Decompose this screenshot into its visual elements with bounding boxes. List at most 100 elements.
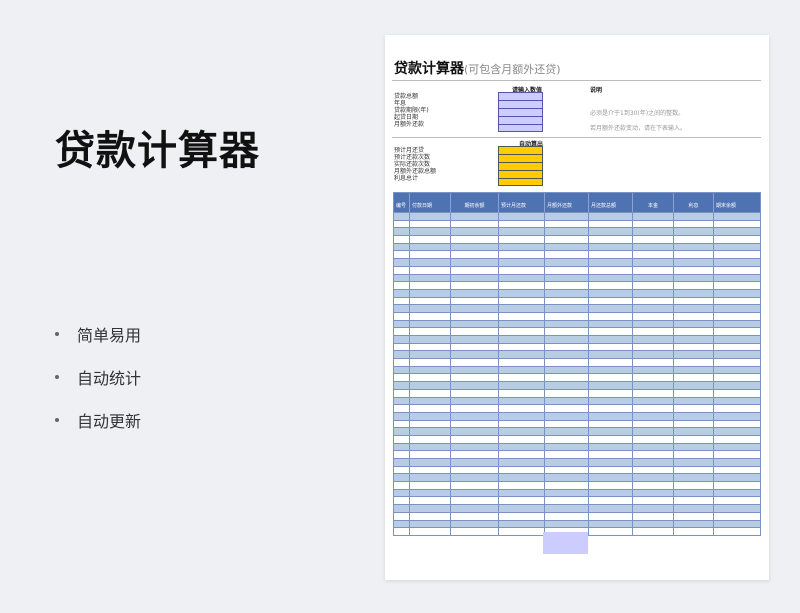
table-cell[interactable] (674, 343, 714, 351)
table-cell[interactable] (589, 397, 633, 405)
table-cell[interactable] (589, 351, 633, 359)
table-cell[interactable] (714, 444, 760, 451)
table-cell[interactable] (499, 505, 545, 512)
table-cell[interactable] (499, 435, 545, 443)
input-cells[interactable] (498, 92, 543, 132)
table-cell[interactable] (499, 336, 545, 343)
table-cell[interactable] (410, 297, 451, 305)
table-cell[interactable] (545, 305, 589, 312)
table-cell[interactable] (589, 459, 633, 466)
table-cell[interactable] (410, 474, 451, 482)
table-cell[interactable] (394, 451, 410, 458)
table-cell[interactable] (451, 351, 499, 359)
table-cell[interactable] (545, 259, 589, 266)
table-cell[interactable] (589, 466, 633, 474)
table-cell[interactable] (714, 236, 760, 243)
table-cell[interactable] (633, 443, 674, 451)
table-cell[interactable] (545, 482, 589, 489)
table-cell[interactable] (394, 359, 410, 366)
table-cell[interactable] (545, 359, 589, 366)
table-cell[interactable] (451, 374, 499, 382)
table-cell[interactable] (545, 405, 589, 412)
table-cell[interactable] (410, 466, 451, 474)
table-cell[interactable] (451, 243, 499, 251)
table-cell[interactable] (499, 359, 545, 366)
table-cell[interactable] (545, 374, 589, 382)
table-cell[interactable] (589, 305, 633, 312)
table-cell[interactable] (674, 512, 714, 520)
table-cell[interactable] (545, 320, 589, 328)
table-cell[interactable] (589, 443, 633, 451)
table-cell[interactable] (499, 451, 545, 458)
table-cell[interactable] (545, 466, 589, 474)
table-cell[interactable] (410, 351, 451, 359)
table-cell[interactable] (714, 328, 760, 335)
table-cell[interactable] (589, 505, 633, 512)
table-cell[interactable] (410, 412, 451, 420)
table-cell[interactable] (714, 490, 760, 497)
table-cell[interactable] (394, 213, 410, 220)
table-cell[interactable] (714, 528, 760, 535)
table-cell[interactable] (410, 459, 451, 466)
table-cell[interactable] (633, 228, 674, 236)
table-cell[interactable] (394, 382, 410, 389)
table-cell[interactable] (674, 351, 714, 359)
table-cell[interactable] (394, 351, 410, 359)
table-cell[interactable] (451, 512, 499, 520)
table-cell[interactable] (410, 289, 451, 297)
table-cell[interactable] (589, 320, 633, 328)
table-cell[interactable] (714, 413, 760, 420)
table-cell[interactable] (633, 451, 674, 458)
table-cell[interactable] (394, 266, 410, 274)
table-cell[interactable] (499, 405, 545, 412)
table-cell[interactable] (410, 243, 451, 251)
table-cell[interactable] (633, 382, 674, 389)
table-cell[interactable] (499, 343, 545, 351)
table-cell[interactable] (674, 528, 714, 535)
table-cell[interactable] (633, 289, 674, 297)
table-cell[interactable] (714, 228, 760, 235)
table-cell[interactable] (589, 435, 633, 443)
table-cell[interactable] (545, 435, 589, 443)
table-cell[interactable] (545, 412, 589, 420)
table-cell[interactable] (394, 459, 410, 466)
table-cell[interactable] (589, 312, 633, 320)
table-cell[interactable] (633, 297, 674, 305)
table-cell[interactable] (674, 474, 714, 482)
table-cell[interactable] (451, 397, 499, 405)
table-cell[interactable] (714, 513, 760, 520)
table-cell[interactable] (451, 505, 499, 512)
table-cell[interactable] (394, 305, 410, 312)
table-cell[interactable] (633, 213, 674, 220)
table-cell[interactable] (714, 497, 760, 504)
table-cell[interactable] (714, 213, 760, 220)
table-cell[interactable] (633, 435, 674, 443)
table-cell[interactable] (674, 366, 714, 374)
table-cell[interactable] (674, 382, 714, 389)
table-cell[interactable] (394, 428, 410, 435)
table-cell[interactable] (674, 359, 714, 366)
table-cell[interactable] (545, 474, 589, 482)
table-cell[interactable] (589, 220, 633, 228)
table-cell[interactable] (394, 489, 410, 497)
table-cell[interactable] (633, 328, 674, 335)
table-cell[interactable] (589, 228, 633, 236)
table-cell[interactable] (394, 228, 410, 236)
table-cell[interactable] (714, 474, 760, 481)
table-cell[interactable] (633, 389, 674, 397)
table-cell[interactable] (714, 305, 760, 312)
table-cell[interactable] (545, 459, 589, 466)
table-cell[interactable] (451, 343, 499, 351)
table-cell[interactable] (589, 520, 633, 528)
table-cell[interactable] (410, 343, 451, 351)
table-cell[interactable] (499, 312, 545, 320)
table-cell[interactable] (674, 489, 714, 497)
table-cell[interactable] (589, 420, 633, 428)
table-cell[interactable] (410, 236, 451, 243)
table-cell[interactable] (410, 266, 451, 274)
table-cell[interactable] (674, 251, 714, 259)
table-cell[interactable] (545, 420, 589, 428)
table-cell[interactable] (714, 298, 760, 305)
table-cell[interactable] (410, 528, 451, 535)
table-cell[interactable] (499, 259, 545, 266)
